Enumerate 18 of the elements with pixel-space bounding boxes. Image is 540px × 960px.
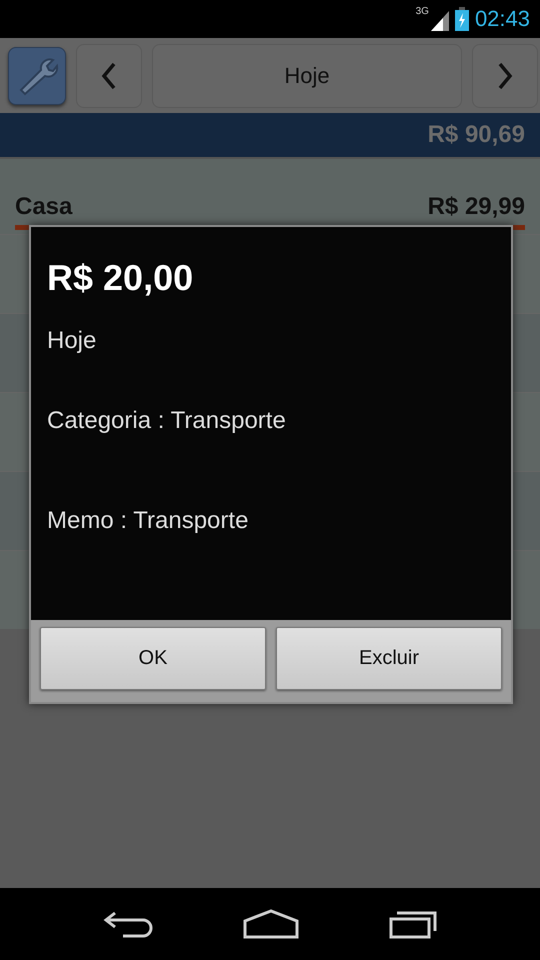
network-type: 3G: [416, 6, 429, 17]
settings-button[interactable]: [8, 46, 66, 104]
clock: 02:43: [474, 6, 530, 32]
previous-button[interactable]: [76, 44, 142, 108]
chevron-left-icon: [101, 62, 117, 90]
delete-button[interactable]: Excluir: [276, 627, 502, 690]
chevron-right-icon: [497, 62, 513, 90]
detail-text: Categoria : Transporte: [47, 407, 287, 435]
expense-amount: R$ 20,00: [47, 256, 194, 300]
category-name: Casa: [15, 193, 72, 221]
battery-charging-icon: [454, 7, 469, 31]
detail-text: Memo : Transporte: [47, 507, 250, 535]
total-amount: R$ 90,69: [428, 121, 525, 149]
home-icon[interactable]: [243, 909, 299, 939]
next-button[interactable]: [472, 44, 538, 108]
detail-text: Hoje: [47, 327, 98, 355]
ok-button[interactable]: OK: [40, 627, 266, 690]
category-amount: R$ 29,99: [428, 193, 525, 221]
